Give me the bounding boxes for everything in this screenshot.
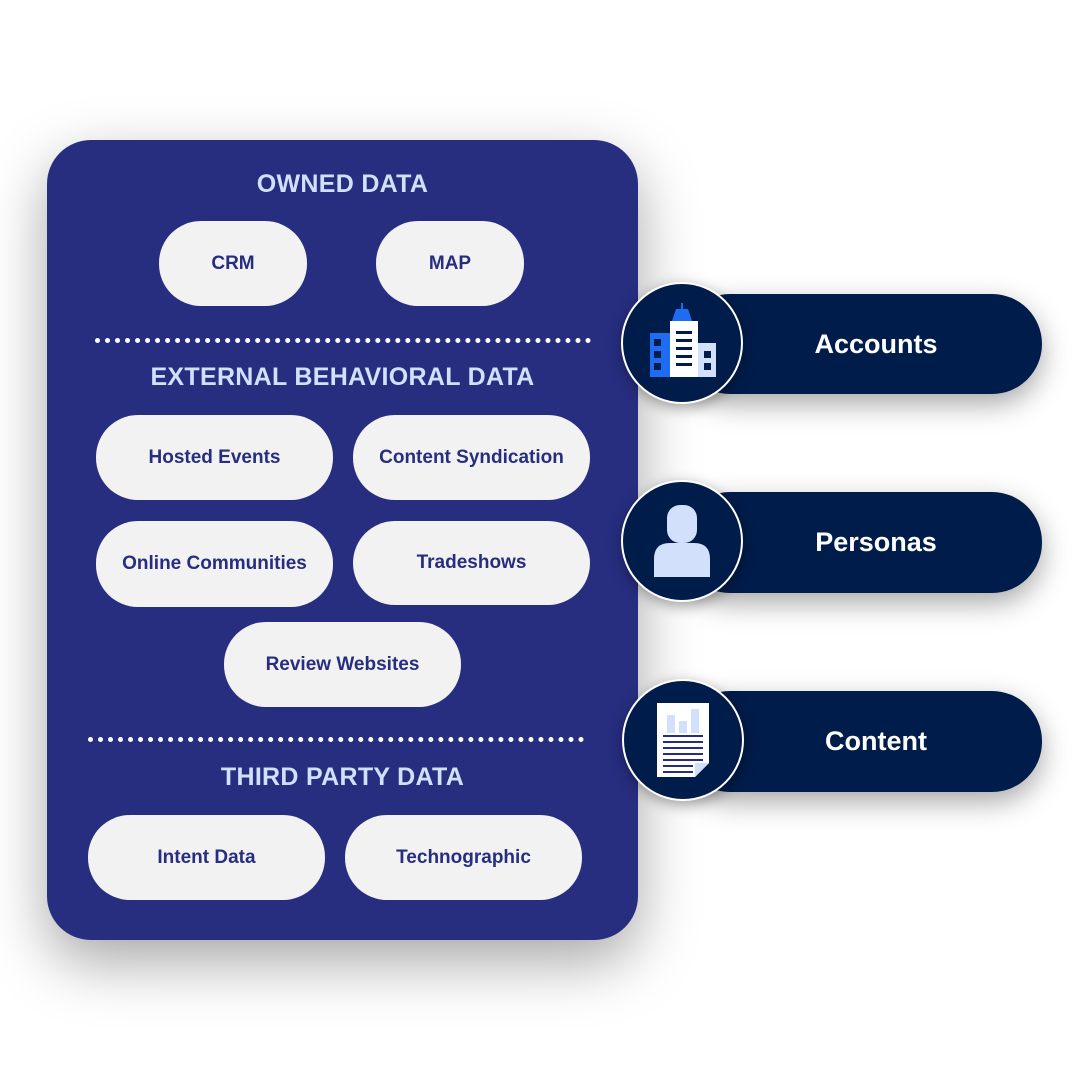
- personas-icon-badge: [621, 480, 743, 602]
- pill-online-communities: Online Communities: [96, 521, 333, 607]
- pill-review-websites: Review Websites: [224, 622, 461, 707]
- accounts-icon-badge: [621, 282, 743, 404]
- pill-tradeshows: Tradeshows: [353, 521, 590, 605]
- output-personas-label: Personas: [815, 527, 937, 557]
- pill-technographic: Technographic: [345, 815, 582, 900]
- pill-intent-data: Intent Data: [88, 815, 325, 900]
- output-accounts-label: Accounts: [814, 328, 938, 359]
- pill-hosted-events: Hosted Events: [96, 415, 333, 500]
- pill-crm: CRM: [159, 221, 307, 306]
- third-party-data-heading: THIRD PARTY DATA: [220, 763, 465, 791]
- section-divider: [88, 737, 584, 742]
- building-icon: [650, 303, 716, 377]
- data-sources-panel: OWNED DATA CRM MAP EXTERNAL BEHAVIORAL D…: [47, 140, 638, 940]
- output-content-label: Content: [825, 726, 927, 756]
- external-behavioral-data-heading: EXTERNAL BEHAVIORAL DATA: [150, 363, 535, 391]
- pill-map: MAP: [376, 221, 524, 306]
- content-icon-badge: [622, 679, 744, 801]
- owned-data-heading: OWNED DATA: [256, 170, 429, 198]
- section-divider: [95, 338, 591, 343]
- pill-content-syndication: Content Syndication: [353, 415, 590, 500]
- document-chart-icon: [657, 703, 709, 777]
- person-icon: [654, 505, 710, 577]
